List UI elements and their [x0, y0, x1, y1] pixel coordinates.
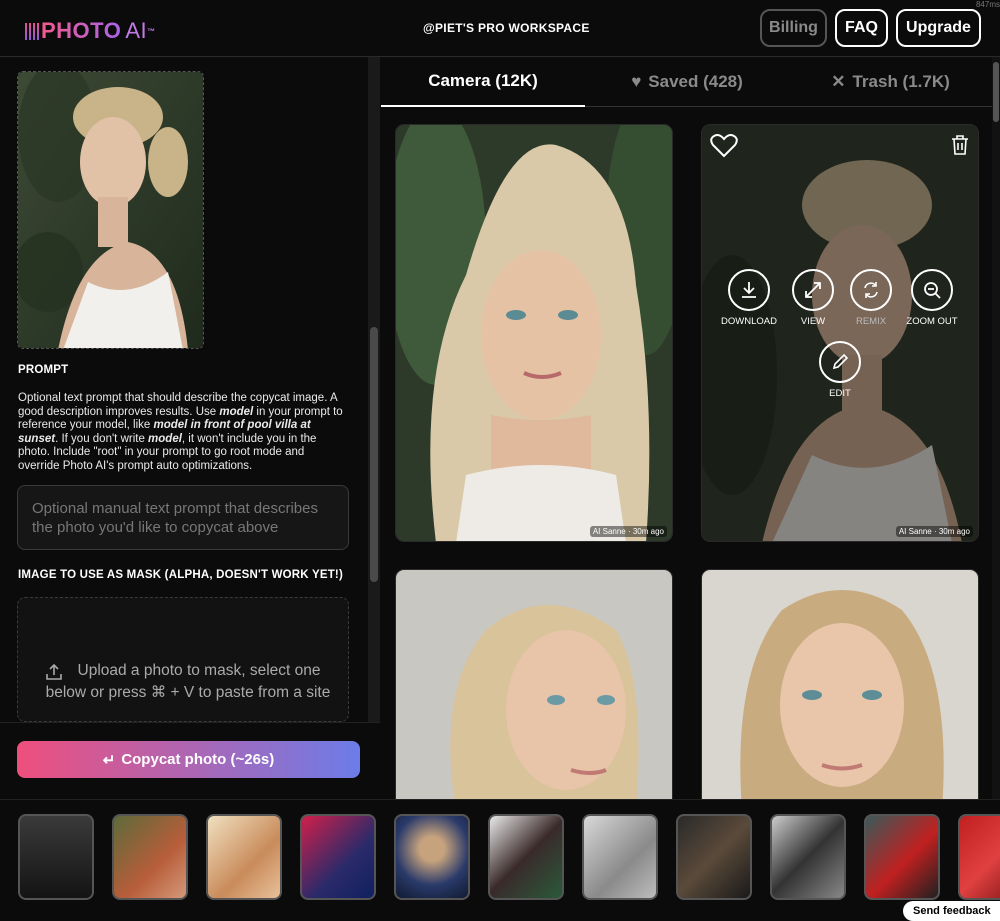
photo-card[interactable]	[701, 569, 979, 809]
template-thumbnail[interactable]	[18, 814, 94, 900]
template-thumbnail[interactable]	[300, 814, 376, 900]
trash-icon[interactable]	[950, 134, 970, 156]
photo-hover-overlay	[702, 125, 978, 541]
template-thumbnail[interactable]	[676, 814, 752, 900]
upgrade-button[interactable]: Upgrade	[896, 9, 981, 47]
logo[interactable]: PHOTO AI ™	[25, 18, 156, 44]
template-thumbnail[interactable]	[206, 814, 282, 900]
edit-action[interactable]: EDIT	[818, 341, 862, 399]
prompt-input[interactable]: Optional manual text prompt that describ…	[17, 485, 349, 550]
mask-label: IMAGE TO USE AS MASK (ALPHA, DOESN'T WOR…	[18, 569, 343, 581]
mask-upload-area[interactable]: Upload a photo to mask, select one below…	[17, 597, 349, 722]
template-thumbnail[interactable]	[394, 814, 470, 900]
remix-icon	[864, 282, 878, 298]
render-time: 847ms	[975, 0, 1000, 9]
tab-camera-label: Camera (12K)	[428, 71, 538, 90]
logo-bars-icon	[25, 22, 39, 40]
photo-image	[396, 125, 672, 541]
heart-icon: ♥	[631, 71, 642, 91]
reference-photo[interactable]	[17, 71, 204, 349]
photo-card[interactable]: AI Sanne · 30m ago	[395, 124, 673, 542]
prompt-help-text: Optional text prompt that should describ…	[18, 392, 343, 472]
photo-credit: AI Sanne · 30m ago	[589, 526, 667, 537]
tab-camera[interactable]: Camera (12K)	[381, 57, 585, 107]
favorite-heart-icon[interactable]	[710, 133, 738, 159]
workspace-title[interactable]: @PIET'S PRO WORKSPACE	[423, 21, 590, 35]
photo-image	[396, 570, 672, 808]
faq-button[interactable]: FAQ	[835, 9, 888, 47]
copycat-button-label: Copycat photo (~26s)	[121, 751, 275, 768]
gallery-tabs: Camera (12K) ♥ Saved (428) ✕ Trash (1.7K…	[381, 57, 992, 107]
pencil-icon	[832, 353, 849, 370]
template-thumbnail[interactable]	[958, 814, 1000, 900]
zoom-out-action[interactable]: ZOOM OUT	[906, 269, 958, 327]
left-scrollbar-thumb[interactable]	[370, 327, 378, 582]
photo-credit: AI Sanne · 30m ago	[895, 526, 973, 537]
edit-label: EDIT	[829, 388, 851, 399]
tab-saved-label: Saved (428)	[648, 71, 743, 91]
gallery-scrollbar[interactable]	[992, 57, 1000, 799]
photo-card[interactable]	[395, 569, 673, 809]
expand-icon	[805, 282, 821, 298]
return-icon: ↵	[102, 751, 116, 769]
prompt-label: PROMPT	[18, 364, 69, 376]
tab-trash[interactable]: ✕ Trash (1.7K)	[789, 57, 992, 107]
remix-action[interactable]: REMIX	[849, 269, 893, 327]
logo-photo-text: PHOTO	[41, 18, 122, 43]
template-thumbnail[interactable]	[112, 814, 188, 900]
billing-button[interactable]: Billing	[760, 9, 827, 47]
download-icon	[742, 282, 756, 298]
tab-saved[interactable]: ♥ Saved (428)	[585, 57, 789, 107]
template-thumbnail[interactable]	[488, 814, 564, 900]
left-scrollbar[interactable]	[368, 57, 380, 722]
photo-image	[702, 570, 978, 808]
template-thumbnail[interactable]	[770, 814, 846, 900]
photo-card-hovered[interactable]: DOWNLOAD VIEW REMIX ZOOM OUT EDIT AI San…	[701, 124, 979, 542]
template-thumbnail[interactable]	[864, 814, 940, 900]
zoom-out-icon	[924, 282, 941, 299]
template-thumbnails	[18, 814, 1000, 900]
download-action[interactable]: DOWNLOAD	[721, 269, 777, 327]
logo-ai-text: AI	[125, 18, 148, 43]
zoom-out-label: ZOOM OUT	[906, 316, 958, 327]
close-icon: ✕	[831, 71, 846, 91]
gallery-scrollbar-thumb[interactable]	[993, 62, 999, 122]
tab-trash-label: Trash (1.7K)	[852, 71, 950, 91]
copycat-button[interactable]: ↵ Copycat photo (~26s)	[17, 741, 360, 778]
feedback-button[interactable]: Send feedback	[903, 901, 1000, 921]
template-thumbnail[interactable]	[582, 814, 658, 900]
reference-photo-image	[18, 72, 203, 348]
mask-upload-text: Upload a photo to mask, select one below…	[45, 662, 331, 701]
logo-trademark: ™	[147, 26, 156, 36]
